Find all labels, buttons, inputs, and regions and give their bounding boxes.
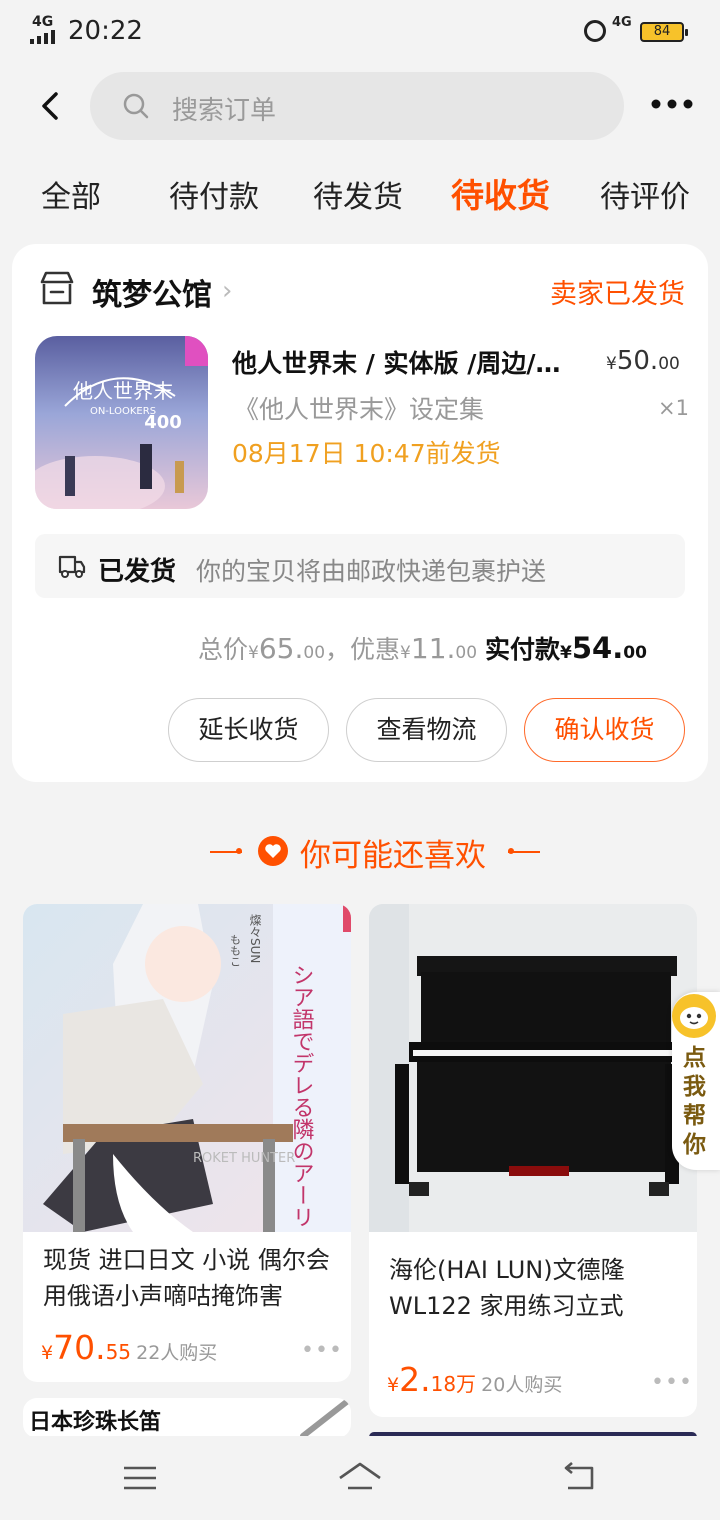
search-bar[interactable] <box>90 72 624 140</box>
tab-pending-receipt[interactable]: 待收货 <box>451 169 550 217</box>
chevron-right-icon: › <box>222 276 233 306</box>
currency-symbol: ¥ <box>41 1342 54 1364</box>
back-nav-icon[interactable] <box>556 1458 604 1498</box>
discount-label: 优惠 <box>350 635 401 664</box>
buyers-count: 22人购买 <box>136 1342 218 1364</box>
truck-icon <box>58 555 86 578</box>
tab-pending-payment[interactable]: 待付款 <box>169 172 259 216</box>
product-title[interactable]: 海伦(HAI LUN)文德隆WL122 家用练习立式 <box>389 1252 685 1324</box>
cover-author: 燦々SUN <box>248 914 262 964</box>
total-dec: 00 <box>303 643 326 663</box>
product-title[interactable]: 现货 进口日文 小说 偶尔会用俄语小声嘀咕掩饰害 <box>43 1242 339 1314</box>
more-icon[interactable]: ••• <box>651 1370 693 1395</box>
back-icon[interactable] <box>36 88 72 124</box>
more-icon[interactable]: ••• <box>301 1338 343 1363</box>
divider-dot-left <box>236 848 242 854</box>
order-status: 卖家已发货 <box>550 279 685 310</box>
price-dec: 00 <box>658 354 680 374</box>
product-price-row: ¥2.18万 20人购买 <box>387 1360 562 1399</box>
separator: ， <box>325 635 351 664</box>
discount-dec: 00 <box>455 643 478 663</box>
view-logistics-button[interactable]: 查看物流 <box>346 698 507 762</box>
price-int: 70. <box>53 1328 106 1367</box>
recommend-title: 你可能还喜欢 <box>300 838 486 874</box>
search-icon <box>123 93 149 119</box>
order-totals: 总价¥65.00，优惠¥11.00 实付款¥54.00 <box>198 630 686 666</box>
tab-pending-review[interactable]: 待评价 <box>600 172 690 216</box>
discount-int: 11. <box>410 632 456 665</box>
currency-symbol: ¥ <box>606 354 617 374</box>
thumb-number: 400 <box>144 412 182 433</box>
clock: 20:22 <box>68 16 143 46</box>
price-dec: 55 <box>105 1340 132 1364</box>
paid-amount: 实付款¥54.00 <box>485 631 647 665</box>
total-int: 65. <box>258 632 304 665</box>
assistant-label: 点我帮你 <box>683 1045 706 1158</box>
menu-icon[interactable] <box>116 1458 164 1498</box>
battery-icon: 84 <box>640 22 688 42</box>
heart-icon <box>258 836 288 866</box>
signal-indicator: 4G <box>32 14 54 30</box>
signal-bars-icon <box>30 30 55 44</box>
home-icon[interactable] <box>336 1458 384 1498</box>
tab-pending-shipment[interactable]: 待发货 <box>313 172 403 216</box>
price-int: 50. <box>616 346 659 376</box>
product-sku: 《他人世界末》设定集 <box>234 395 485 424</box>
product-card[interactable]: 海伦(HAI LUN)文德隆WL122 家用练习立式 ¥2.18万 20人购买 … <box>369 904 697 1417</box>
price-int: 2. <box>399 1360 431 1399</box>
shipping-desc: 你的宝贝将由邮政快递包裹护送 <box>196 557 547 586</box>
alarm-icon <box>584 20 606 42</box>
paid-dec: 00 <box>623 643 647 663</box>
tab-all[interactable]: 全部 <box>41 172 101 216</box>
network-indicator: 4G <box>612 15 632 30</box>
status-bar: 4G 20:22 4G 84 <box>0 0 720 66</box>
buyers-count: 20人购买 <box>481 1374 563 1396</box>
paid-int: 54. <box>571 631 624 665</box>
currency-symbol: ¥ <box>387 1374 400 1396</box>
cover-title: シア語でデレる隣のアーリャさん <box>289 964 315 1232</box>
flute-image <box>300 1398 351 1438</box>
extend-receipt-button[interactable]: 延长收货 <box>168 698 329 762</box>
search-input[interactable]: 搜索订单 <box>172 90 276 127</box>
product-price: ¥50.00 <box>606 346 680 376</box>
total-label: 总价 <box>198 635 249 664</box>
currency-symbol: ¥ <box>248 643 259 663</box>
product-image <box>369 904 697 1232</box>
shop-name[interactable]: 筑梦公馆 <box>92 270 212 314</box>
cover-illustrator: ももこ <box>229 934 242 967</box>
product-title: 日本珍珠长笛 <box>29 1410 162 1435</box>
ship-deadline: 08月17日 10:47前发货 <box>232 439 501 468</box>
shop-icon <box>40 271 74 305</box>
product-card[interactable]: 日本珍珠长笛 <box>23 1398 351 1438</box>
currency-symbol: ¥ <box>400 643 411 663</box>
thumb-title: 他人世界末 <box>73 379 173 403</box>
product-price-row: ¥70.55 22人购买 <box>41 1328 217 1367</box>
divider-right <box>508 851 540 853</box>
product-title[interactable]: 他人世界末 / 实体版 /周边/… <box>232 344 588 380</box>
paid-label: 实付款 <box>485 635 561 664</box>
cover-brand: ROKET HUNTER <box>193 1151 295 1166</box>
more-icon[interactable] <box>650 96 694 112</box>
product-card[interactable]: シア語でデレる隣のアーリャさん 燦々SUN ももこ ROKET HUNTER 现… <box>23 904 351 1382</box>
product-image: シア語でデレる隣のアーリャさん 燦々SUN ももこ ROKET HUNTER <box>23 904 351 1294</box>
product-thumbnail[interactable]: 他人世界末 ON-LOOKERS 400 <box>35 336 208 509</box>
price-dec: 18万 <box>430 1372 477 1396</box>
currency-symbol: ¥ <box>560 643 572 663</box>
product-qty: ×1 <box>658 396 689 420</box>
assistant-mascot-icon <box>672 994 716 1038</box>
confirm-receipt-button[interactable]: 确认收货 <box>524 698 685 762</box>
shipping-label: 已发货 <box>98 557 177 587</box>
